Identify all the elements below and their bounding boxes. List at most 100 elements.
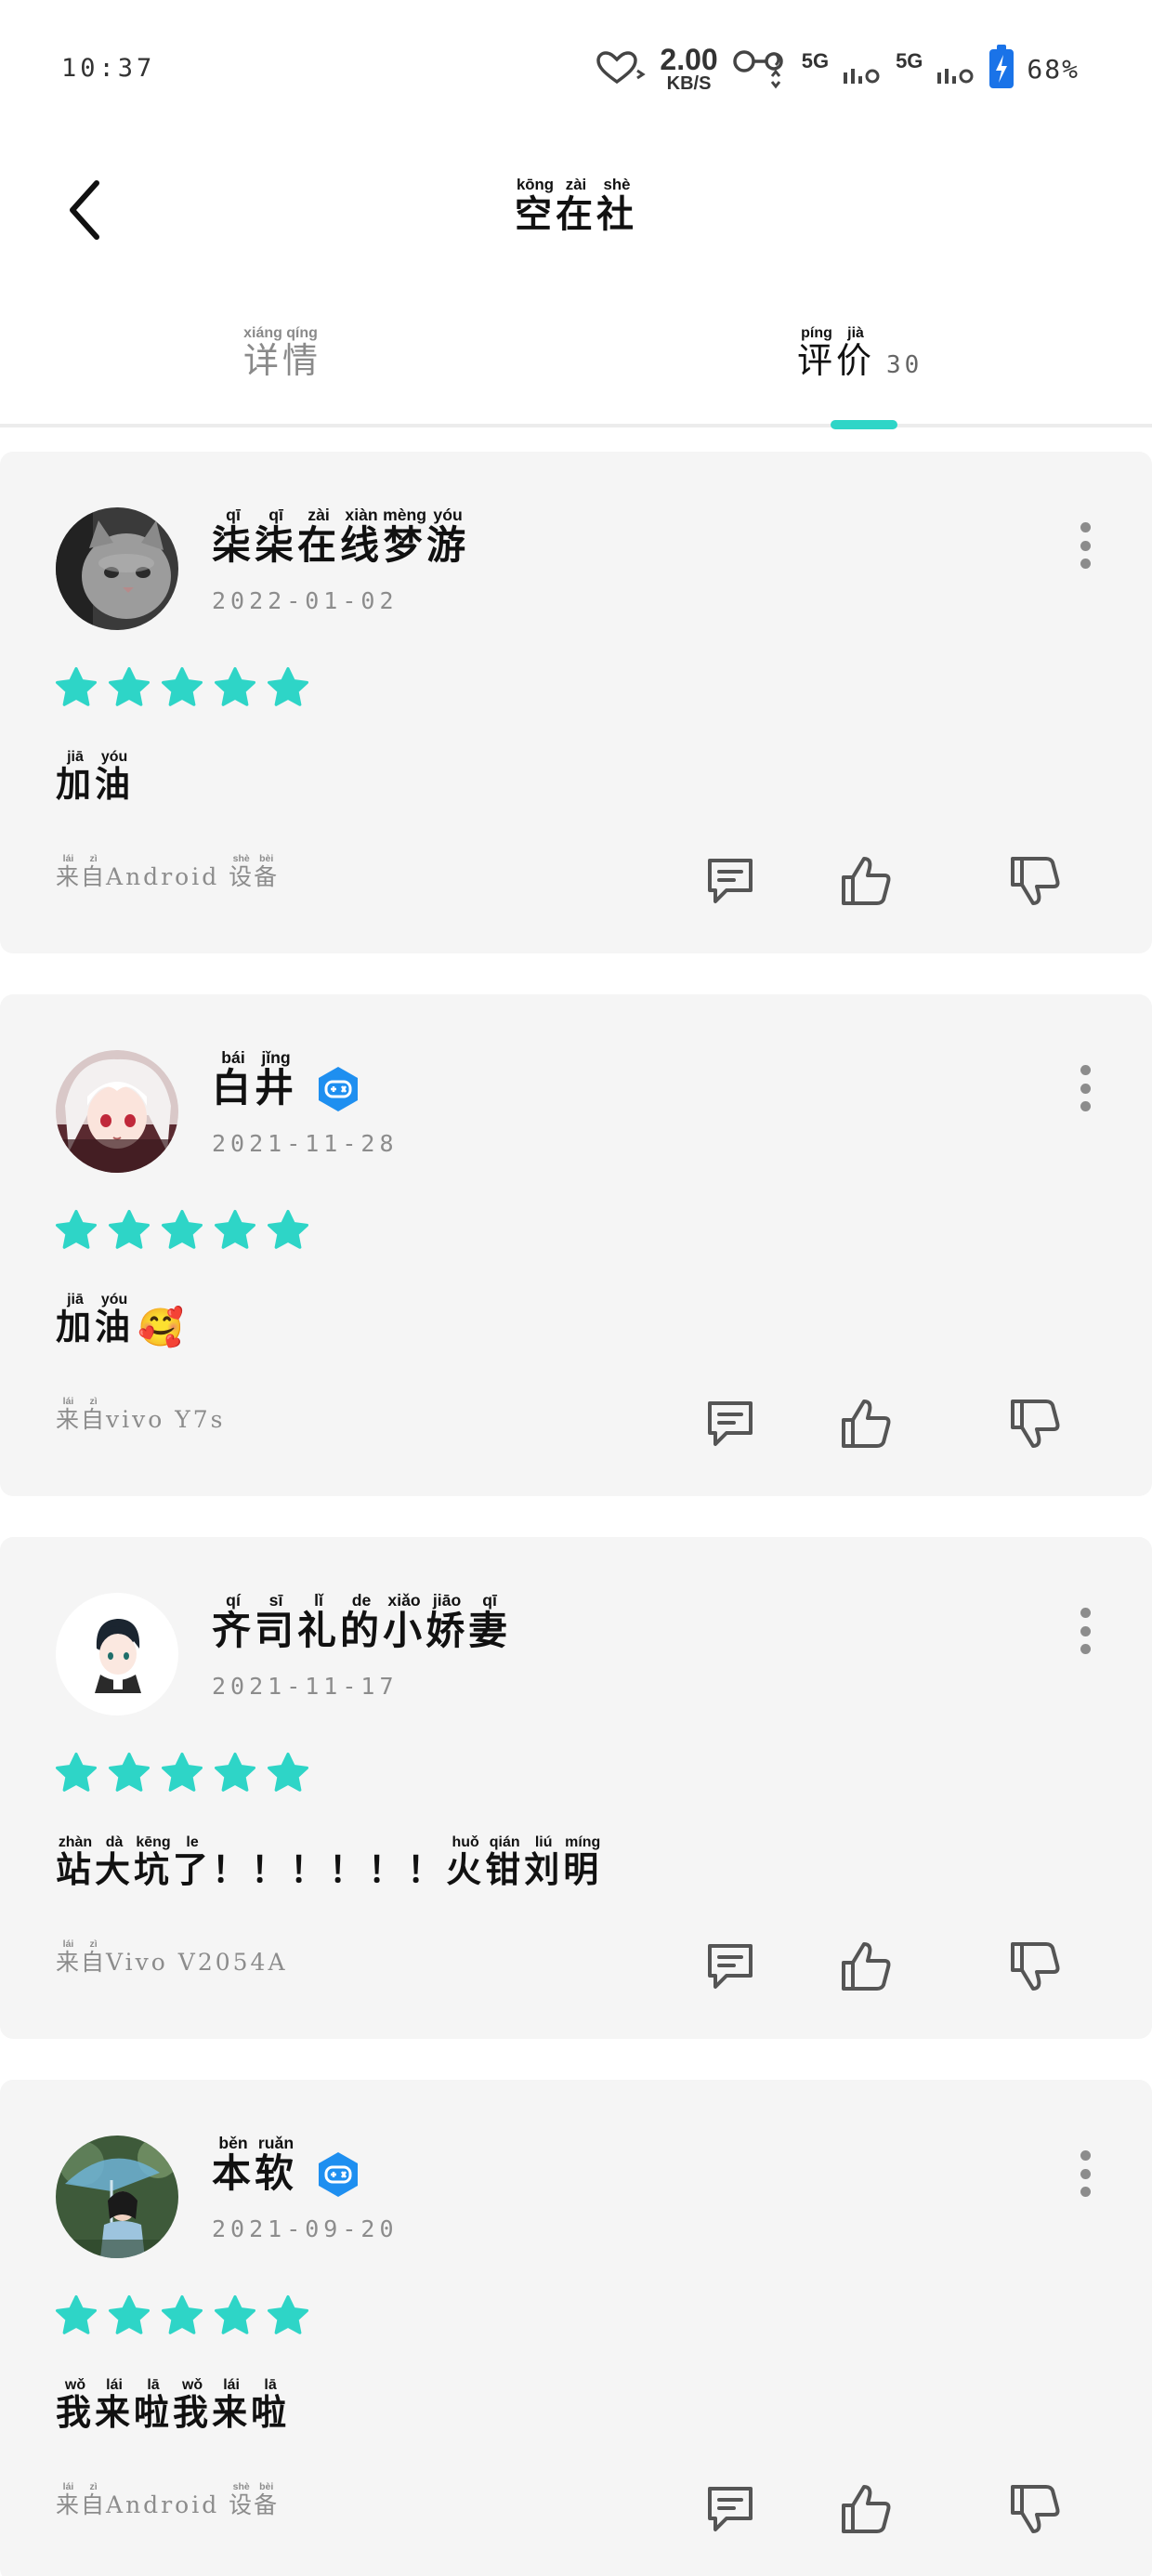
- comment-button[interactable]: [702, 1396, 758, 1452]
- review-username[interactable]: 齐qí司sī礼lǐ的de小xiǎo娇jiāo妻qī: [212, 1591, 511, 1656]
- review-card: 本běn软ruǎn 2021-09-20 我wǒ 来lái 啦lā 我wǒ 来lái 啦lā 来…: [0, 2080, 1152, 2576]
- ruby-char: 坑kēng: [134, 1834, 174, 1890]
- like-button[interactable]: [838, 1396, 894, 1452]
- device-name: Vivo V2054A: [106, 1949, 288, 1976]
- thumbs-up-icon: [842, 1942, 891, 1991]
- star-icon: [268, 667, 308, 706]
- ruby-char: 白bái: [212, 1048, 255, 1111]
- ruby-char: 加jiā: [56, 1292, 96, 1347]
- ruby-char: 情qíng: [282, 325, 322, 381]
- device-name: Android: [106, 863, 220, 890]
- avatar[interactable]: [56, 2136, 178, 2258]
- dislike-button[interactable]: [1007, 1939, 1063, 1994]
- ruby-char: 社shè: [596, 176, 637, 236]
- avatar[interactable]: [56, 1593, 178, 1715]
- more-options-button[interactable]: [1076, 1608, 1094, 1654]
- wifi-icon: [732, 50, 783, 89]
- review-username[interactable]: 本běn软ruǎn: [212, 2134, 362, 2199]
- review-card: 柒qī柒qī在zài线xiàn梦mèng游yóu 2022-01-02 加jiā 油y…: [0, 452, 1152, 953]
- ruby-char: 司sī: [255, 1591, 298, 1653]
- avatar[interactable]: [56, 507, 178, 630]
- ruby-char: 自zì: [81, 1396, 107, 1433]
- ruby-char: 啦lā: [134, 2377, 174, 2433]
- more-options-button[interactable]: [1076, 1065, 1094, 1111]
- comment-icon: [708, 1401, 753, 1446]
- dislike-button[interactable]: [1007, 853, 1063, 909]
- ruby-char: 游yóu: [426, 506, 470, 568]
- ruby-char: 备bèi: [254, 853, 280, 890]
- ruby-char: 在zài: [556, 176, 596, 236]
- like-button[interactable]: [838, 2481, 894, 2537]
- device-name: vivo Y7s: [106, 1406, 226, 1433]
- star-icon: [109, 667, 150, 706]
- tab-reviews[interactable]: 评píng价jià 30: [797, 325, 923, 383]
- username-text: 柒qī柒qī在zài线xiàn梦mèng游yóu: [212, 506, 470, 571]
- review-device: 来lái自zìAndroid 设shè备bèi: [56, 2481, 279, 2520]
- tab-reviews-label: 评píng价jià: [797, 325, 875, 381]
- ruby-char: 加jiā: [56, 749, 96, 805]
- review-date: 2022-01-02: [212, 587, 399, 614]
- comment-button[interactable]: [702, 1939, 758, 1994]
- ruby-char: 自zì: [81, 1939, 107, 1976]
- ruby-char: 油yóu: [95, 749, 135, 805]
- review-count: 30: [886, 351, 923, 379]
- ruby-char: 站zhàn: [56, 1834, 96, 1890]
- rating-stars: [54, 1751, 310, 1795]
- device-name: Android: [106, 2491, 220, 2518]
- star-icon: [56, 1210, 97, 1249]
- status-bar: 10:37 2.00 KB/S 5G 5G 68%: [0, 0, 1152, 139]
- ruby-char: 井jǐng: [255, 1048, 298, 1111]
- ruby-char: 啦lā: [251, 2377, 291, 2433]
- ruby-char: 自zì: [81, 853, 107, 890]
- ruby-char: 柒qī: [212, 506, 255, 568]
- review-card: 白bái井jǐng 2021-11-28 加jiā 油yóu 🥰 来lái自zìvivo …: [0, 994, 1152, 1496]
- dislike-button[interactable]: [1007, 1396, 1063, 1452]
- network-5g-2: 5G: [896, 49, 923, 72]
- comment-icon: [708, 859, 753, 903]
- comment-button[interactable]: [702, 2481, 758, 2537]
- star-icon: [109, 1210, 150, 1249]
- more-vertical-icon: [1080, 522, 1091, 532]
- tab-details[interactable]: 详xiáng情qíng: [243, 325, 321, 383]
- star-icon: [162, 1210, 203, 1249]
- comment-icon: [708, 1944, 753, 1989]
- ruby-char: 软ruǎn: [255, 2134, 298, 2196]
- game-badge-icon: [319, 1067, 359, 1111]
- ruby-char: 柒qī: [255, 506, 298, 568]
- ruby-char: 了le: [173, 1834, 213, 1890]
- heart-link-icon: [596, 51, 647, 85]
- ruby-char: 来lái: [56, 1396, 82, 1433]
- star-icon: [215, 1210, 255, 1249]
- like-button[interactable]: [838, 1939, 894, 1994]
- battery-charging-icon: [989, 45, 1015, 88]
- ruby-char: 明míng: [563, 1834, 603, 1890]
- ruby-char: 评píng: [797, 325, 837, 381]
- avatar[interactable]: [56, 1050, 178, 1173]
- comment-button[interactable]: [702, 853, 758, 909]
- thumbs-down-icon: [1011, 2485, 1060, 2533]
- star-icon: [162, 667, 203, 706]
- ruby-char: 油yóu: [95, 1292, 135, 1347]
- star-icon: [215, 1753, 255, 1792]
- plain-char: ！: [290, 1848, 330, 1890]
- battery-level: 68%: [1027, 53, 1080, 85]
- like-button[interactable]: [838, 853, 894, 909]
- review-date: 2021-11-28: [212, 1130, 399, 1157]
- review-username[interactable]: 白bái井jǐng: [212, 1048, 362, 1113]
- star-icon: [56, 2295, 97, 2334]
- review-username[interactable]: 柒qī柒qī在zài线xiàn梦mèng游yóu: [212, 506, 470, 571]
- ruby-char: 娇jiāo: [425, 1591, 469, 1653]
- star-icon: [268, 1753, 308, 1792]
- emoji: 🥰: [137, 1306, 188, 1349]
- ruby-char: 本běn: [212, 2134, 255, 2196]
- review-content: 我wǒ 来lái 啦lā 我wǒ 来lái 啦lā: [56, 2377, 290, 2435]
- plain-char: ！: [329, 1848, 369, 1890]
- more-vertical-icon: [1080, 2150, 1091, 2161]
- more-vertical-icon: [1080, 1065, 1091, 1075]
- dislike-button[interactable]: [1007, 2481, 1063, 2537]
- more-options-button[interactable]: [1076, 522, 1094, 569]
- ruby-char: 梦mèng: [383, 506, 427, 568]
- more-options-button[interactable]: [1076, 2150, 1094, 2197]
- review-content: 加jiā 油yóu 🥰: [56, 1292, 188, 1349]
- username-text: 齐qí司sī礼lǐ的de小xiǎo娇jiāo妻qī: [212, 1591, 511, 1656]
